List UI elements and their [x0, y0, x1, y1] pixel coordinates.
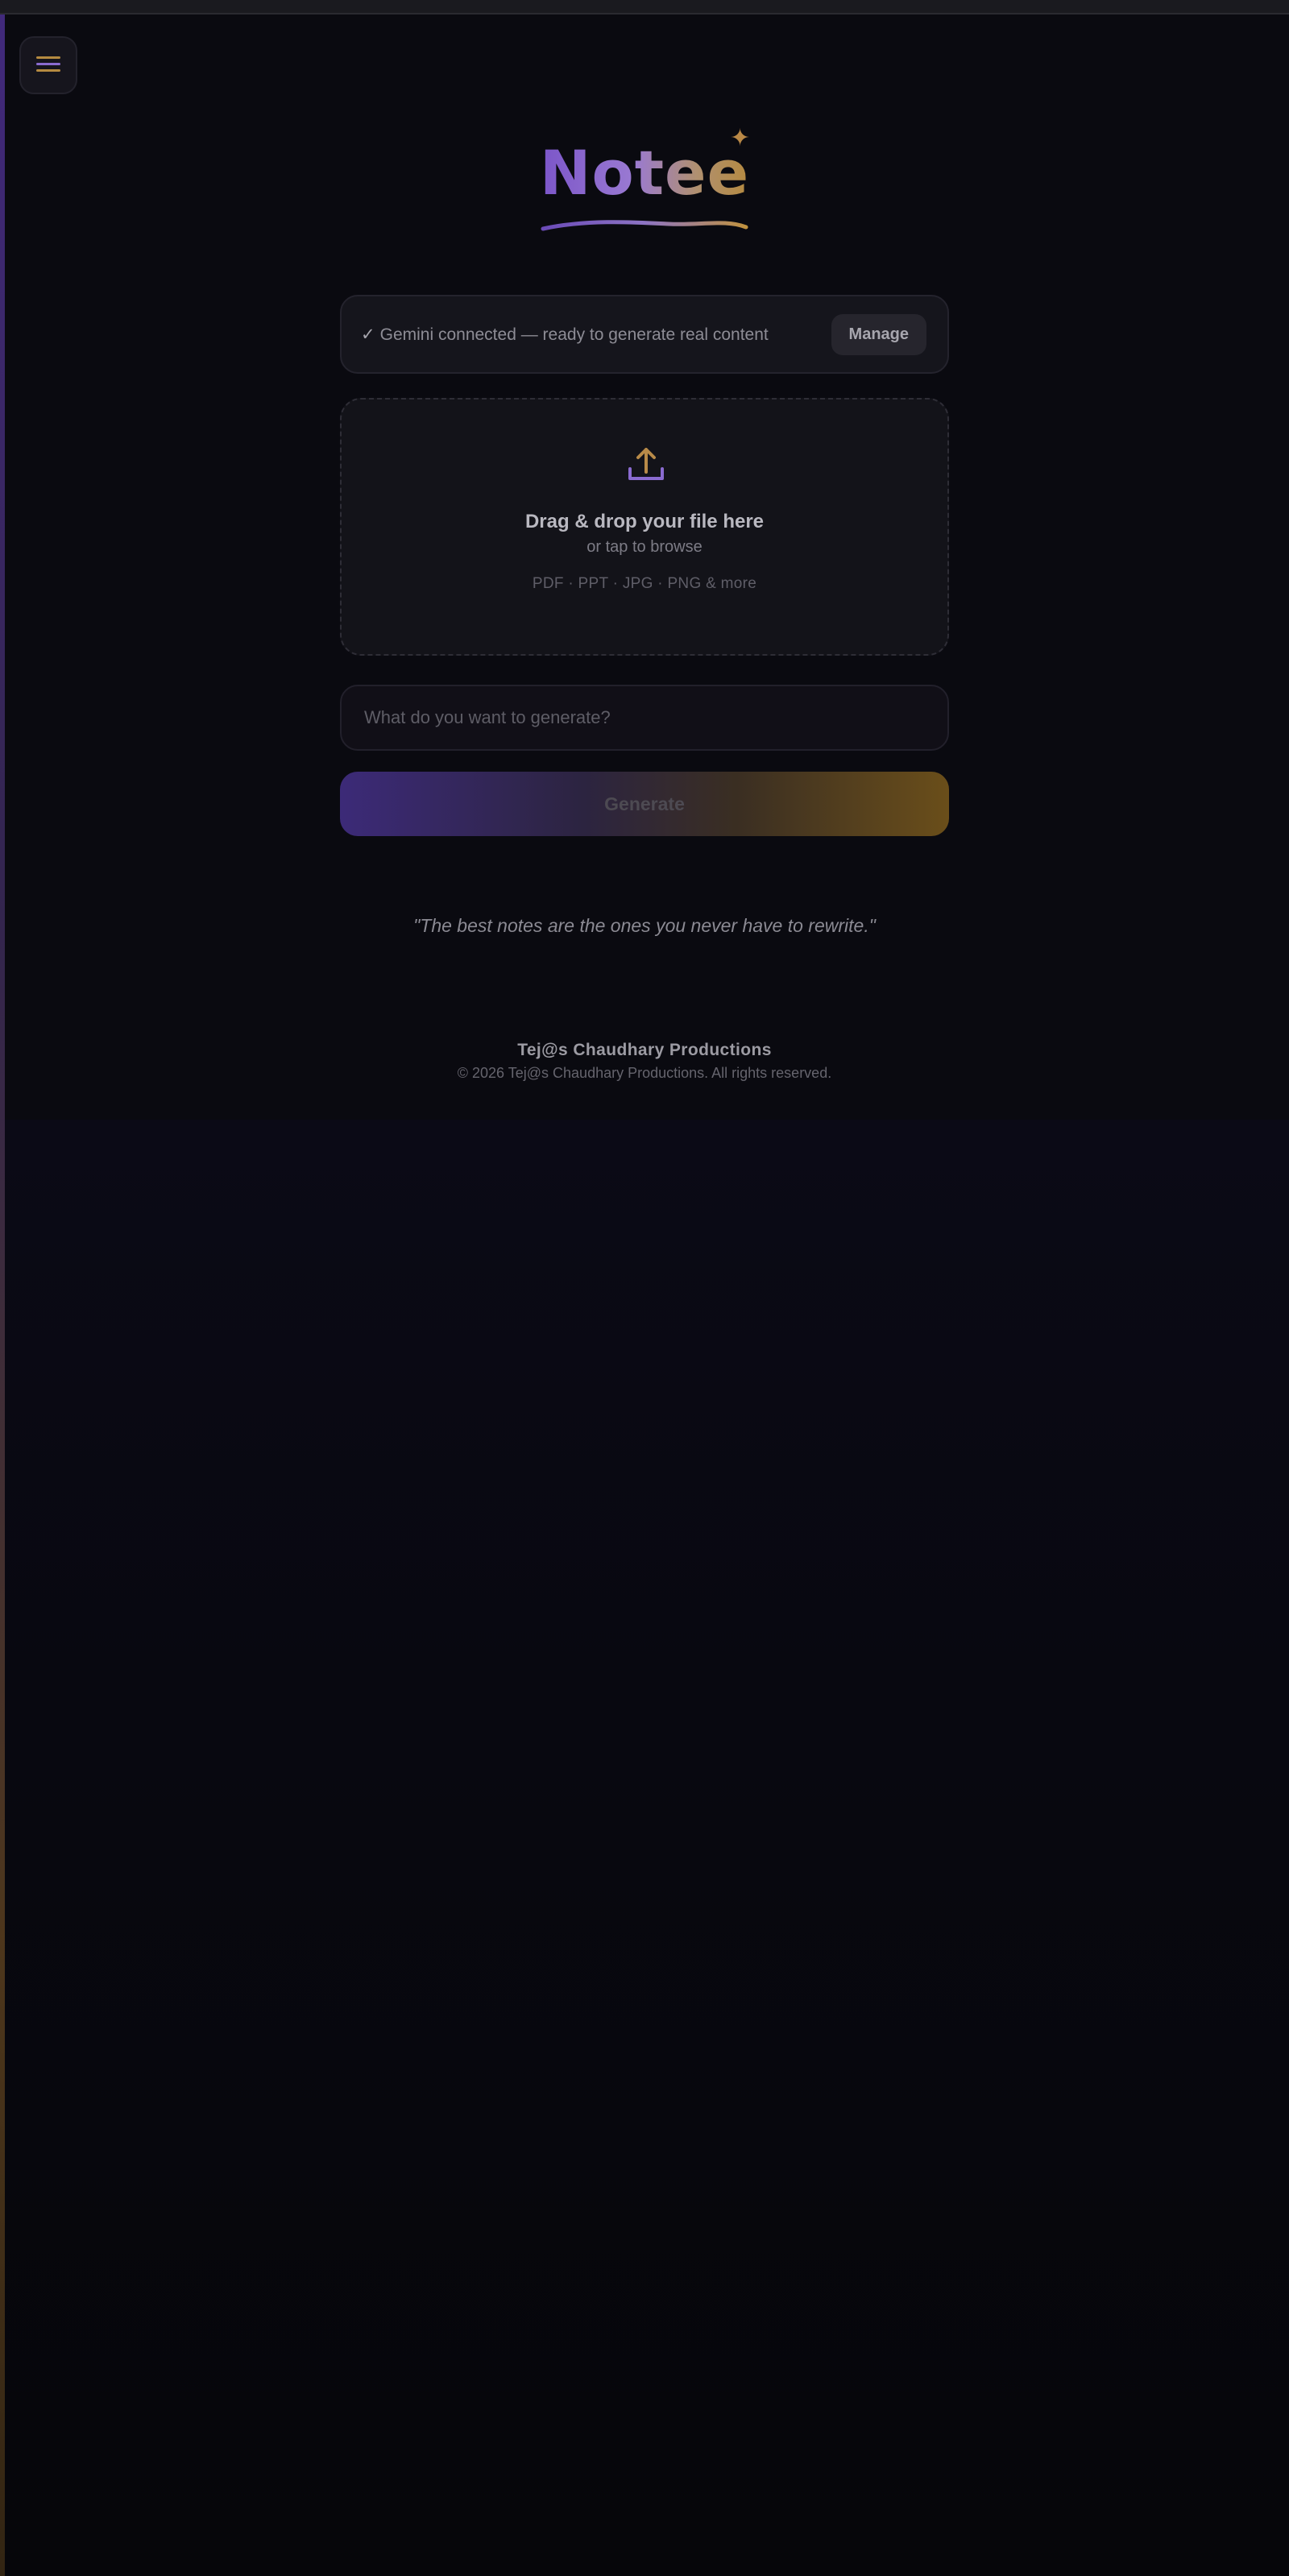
dropzone-formats: PDF · PPT · JPG · PNG & more: [532, 575, 757, 592]
sparkle-icon: ✦: [730, 125, 751, 151]
footer-title: Tej@s Chaudhary Productions: [517, 1041, 772, 1059]
prompt-input[interactable]: [340, 685, 949, 751]
status-message: ✓ Gemini connected — ready to generate re…: [361, 325, 769, 345]
footer-copyright: © 2026 Tej@s Chaudhary Productions. All …: [457, 1065, 832, 1081]
status-text: Gemini connected — ready to generate rea…: [379, 325, 769, 344]
generate-button[interactable]: Generate: [340, 772, 949, 836]
brand-logo: Notee ✦: [483, 121, 806, 242]
brand-underline: [541, 220, 748, 231]
dropzone-subtitle: or tap to browse: [586, 538, 703, 556]
file-dropzone[interactable]: Drag & drop your file here or tap to bro…: [340, 398, 949, 656]
lower-empty-area: [5, 1120, 1289, 2576]
browser-top-strip: [0, 0, 1289, 14]
manage-button[interactable]: Manage: [831, 313, 926, 355]
menu-button[interactable]: [19, 36, 77, 94]
gemini-status-bar: ✓ Gemini connected — ready to generate re…: [340, 295, 949, 374]
check-icon: ✓: [361, 325, 375, 344]
quote-text: "The best notes are the ones you never h…: [413, 915, 876, 936]
hamburger-menu-icon: [35, 55, 62, 77]
dropzone-title: Drag & drop your file here: [524, 511, 765, 532]
upload-icon: [625, 443, 667, 489]
brand-title: Notee: [540, 121, 749, 226]
